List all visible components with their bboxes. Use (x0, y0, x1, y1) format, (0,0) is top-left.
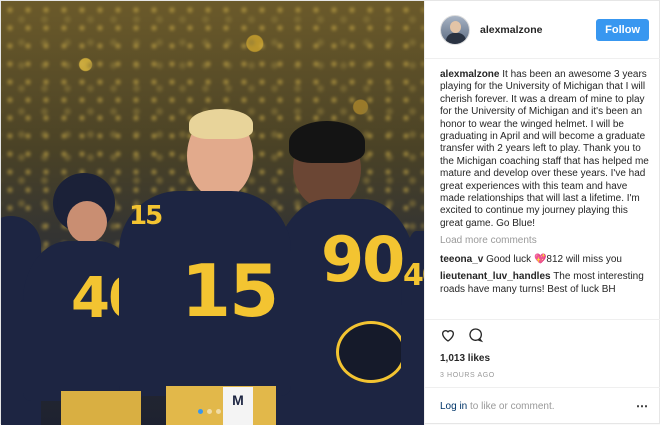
header-username[interactable]: alexmalzone (480, 24, 596, 36)
sleeve-number: 15 (129, 201, 163, 231)
pants-left (61, 391, 141, 425)
heart-icon[interactable] (440, 327, 456, 343)
follow-button[interactable]: Follow (596, 18, 649, 41)
comments-section: alexmalzone It has been an awesome 3 yea… (440, 69, 652, 301)
comment-item: teeona_v Good luck 💖812 will miss you (440, 254, 652, 266)
carousel-dot[interactable] (207, 409, 212, 414)
load-more-comments-link[interactable]: Load more comments (440, 235, 652, 247)
jersey-number: 90 (321, 223, 405, 296)
avatar[interactable] (440, 14, 470, 45)
player-15-jersey: 15 15 (119, 191, 291, 396)
comment-author[interactable]: lieutenant_luv_handles (440, 271, 551, 282)
carousel-dot[interactable] (216, 409, 221, 414)
towel-m-logo: M (223, 387, 253, 425)
hair-main (189, 109, 253, 139)
carousel-dots (198, 409, 221, 414)
divider (425, 319, 660, 320)
comment-text: Good luck 💖812 will miss you (486, 253, 622, 265)
jersey-number: 40 (403, 258, 424, 293)
caption-author[interactable]: alexmalzone (440, 69, 499, 80)
pants-main (166, 386, 276, 425)
hair-right (289, 121, 365, 163)
post-header: alexmalzone Follow (425, 1, 660, 59)
held-helmet (336, 321, 406, 383)
carousel-dot-active[interactable] (198, 409, 203, 414)
jersey-number: 15 (181, 249, 279, 333)
speech-bubble-icon[interactable] (468, 327, 484, 343)
divider (425, 387, 660, 388)
comment-item: lieutenant_luv_handles The most interest… (440, 271, 652, 296)
likes-count[interactable]: 1,013 likes (440, 353, 490, 364)
face-left (67, 201, 107, 243)
login-link[interactable]: Log in (440, 401, 467, 412)
more-options-icon[interactable]: ⋯ (636, 399, 649, 413)
post-photo[interactable]: 40 90 40 15 15 M (1, 1, 424, 425)
timestamp: 3 HOURS AGO (440, 372, 495, 379)
player-far-right: 40 (401, 231, 424, 425)
caption: alexmalzone It has been an awesome 3 yea… (440, 69, 652, 230)
player-90-jersey: 90 (271, 199, 419, 425)
action-bar (440, 327, 484, 343)
instagram-post: 40 90 40 15 15 M (0, 0, 660, 425)
caption-text: It has been an awesome 3 years playing f… (440, 69, 649, 229)
footer-text: to like or comment. (470, 400, 555, 412)
footer: Log in to like or comment. ⋯ (440, 399, 649, 413)
comment-author[interactable]: teeona_v (440, 254, 483, 265)
post-sidebar: alexmalzone Follow alexmalzone It has be… (424, 1, 660, 425)
